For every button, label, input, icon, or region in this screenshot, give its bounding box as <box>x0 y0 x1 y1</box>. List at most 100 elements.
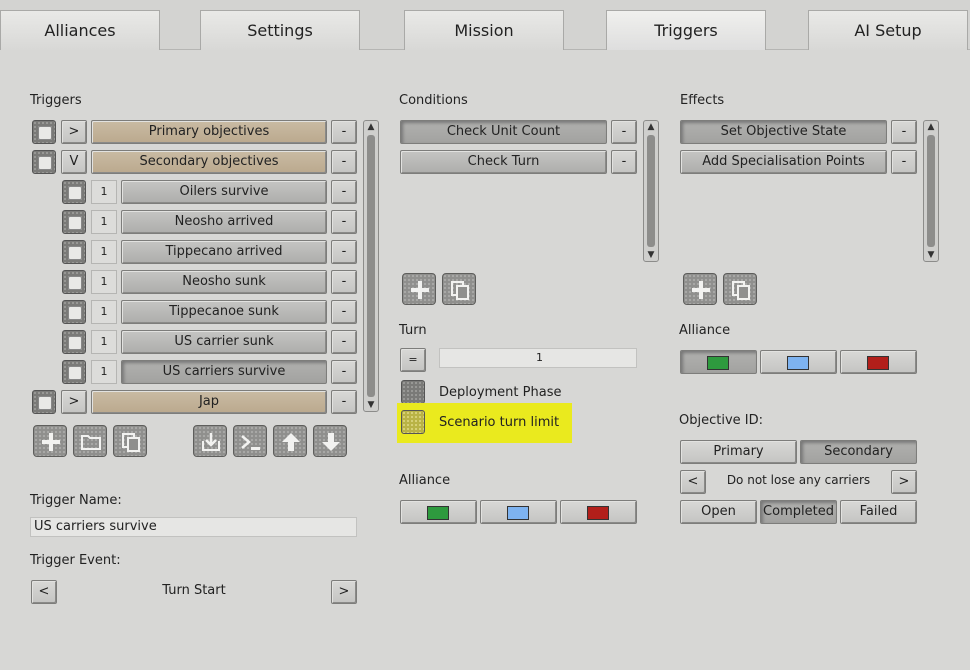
trigger-checkbox[interactable] <box>32 390 56 414</box>
objective-next-button[interactable]: > <box>891 470 917 494</box>
state-completed-button[interactable]: Completed <box>760 500 837 524</box>
trigger-name-input[interactable]: US carriers survive <box>30 517 357 537</box>
scroll-down-arrow-icon[interactable]: ▼ <box>924 250 938 260</box>
objective-prev-button[interactable]: < <box>680 470 706 494</box>
folder-icon <box>81 435 101 450</box>
turn-operator-button[interactable]: = <box>400 348 426 372</box>
trigger-group-jap[interactable]: Jap <box>91 390 327 414</box>
trigger-order-number[interactable]: 1 <box>91 300 117 324</box>
trigger-group-secondary[interactable]: Secondary objectives <box>91 150 327 174</box>
condition-item-selected[interactable]: Check Unit Count <box>400 120 607 144</box>
trigger-order-number[interactable]: 1 <box>91 240 117 264</box>
scroll-up-arrow-icon[interactable]: ▲ <box>924 122 938 132</box>
trigger-checkbox[interactable] <box>62 360 86 384</box>
remove-trigger-button[interactable]: - <box>331 270 357 294</box>
add-condition-button[interactable] <box>402 273 436 305</box>
objective-secondary-button[interactable]: Secondary <box>800 440 917 464</box>
trigger-checkbox[interactable] <box>62 270 86 294</box>
remove-effect-button[interactable]: - <box>891 120 917 144</box>
state-open-button[interactable]: Open <box>680 500 757 524</box>
trigger-item[interactable]: Tippecanoe sunk <box>121 300 327 324</box>
event-next-button[interactable]: > <box>331 580 357 604</box>
console-button[interactable] <box>233 425 267 457</box>
remove-trigger-button[interactable]: - <box>331 330 357 354</box>
scroll-up-arrow-icon[interactable]: ▲ <box>644 122 658 132</box>
tab-mission[interactable]: Mission <box>404 10 564 50</box>
add-trigger-button[interactable] <box>33 425 67 457</box>
remove-trigger-button[interactable]: - <box>331 120 357 144</box>
copy-trigger-button[interactable] <box>113 425 147 457</box>
trigger-checkbox[interactable] <box>62 330 86 354</box>
copy-icon <box>122 433 140 452</box>
effect-item[interactable]: Add Specialisation Points <box>680 150 887 174</box>
deployment-phase-checkbox[interactable] <box>401 380 425 404</box>
scroll-thumb[interactable] <box>367 135 375 397</box>
remove-trigger-button[interactable]: - <box>331 210 357 234</box>
trigger-order-number[interactable]: 1 <box>91 210 117 234</box>
trigger-item-selected[interactable]: US carriers survive <box>121 360 327 384</box>
scroll-down-arrow-icon[interactable]: ▼ <box>364 400 378 410</box>
effect-item-selected[interactable]: Set Objective State <box>680 120 887 144</box>
scroll-up-arrow-icon[interactable]: ▲ <box>364 122 378 132</box>
effect-alliance-red-button[interactable] <box>840 350 917 374</box>
trigger-item[interactable]: Oilers survive <box>121 180 327 204</box>
add-folder-button[interactable] <box>73 425 107 457</box>
remove-trigger-button[interactable]: - <box>331 360 357 384</box>
remove-trigger-button[interactable]: - <box>331 240 357 264</box>
tab-settings[interactable]: Settings <box>200 10 360 50</box>
remove-trigger-button[interactable]: - <box>331 150 357 174</box>
trigger-checkbox[interactable] <box>62 180 86 204</box>
trigger-order-number[interactable]: 1 <box>91 180 117 204</box>
conditions-scrollbar[interactable]: ▲ ▼ <box>643 120 659 262</box>
deployment-phase-label: Deployment Phase <box>439 385 562 400</box>
trigger-order-number[interactable]: 1 <box>91 330 117 354</box>
effects-scrollbar[interactable]: ▲ ▼ <box>923 120 939 262</box>
trigger-order-number[interactable]: 1 <box>91 360 117 384</box>
remove-trigger-button[interactable]: - <box>331 300 357 324</box>
scroll-thumb[interactable] <box>927 135 935 247</box>
remove-condition-button[interactable]: - <box>611 120 637 144</box>
objective-id-label: Objective ID: <box>679 413 763 428</box>
trigger-order-number[interactable]: 1 <box>91 270 117 294</box>
import-button[interactable] <box>193 425 227 457</box>
objective-primary-button[interactable]: Primary <box>680 440 797 464</box>
scroll-down-arrow-icon[interactable]: ▼ <box>644 250 658 260</box>
copy-effect-button[interactable] <box>723 273 757 305</box>
remove-trigger-button[interactable]: - <box>331 180 357 204</box>
trigger-checkbox[interactable] <box>62 240 86 264</box>
trigger-checkbox[interactable] <box>62 210 86 234</box>
add-effect-button[interactable] <box>683 273 717 305</box>
remove-condition-button[interactable]: - <box>611 150 637 174</box>
condition-item[interactable]: Check Turn <box>400 150 607 174</box>
remove-effect-button[interactable]: - <box>891 150 917 174</box>
trigger-item[interactable]: Neosho arrived <box>121 210 327 234</box>
trigger-item[interactable]: Tippecano arrived <box>121 240 327 264</box>
event-prev-button[interactable]: < <box>31 580 57 604</box>
expand-toggle-button[interactable]: > <box>61 390 87 414</box>
turn-value-input[interactable]: 1 <box>439 348 637 368</box>
copy-condition-button[interactable] <box>442 273 476 305</box>
scenario-turn-limit-checkbox[interactable] <box>401 410 425 434</box>
effect-alliance-green-button[interactable] <box>680 350 757 374</box>
alliance-red-button[interactable] <box>560 500 637 524</box>
trigger-checkbox[interactable] <box>32 120 56 144</box>
tab-ai-setup[interactable]: AI Setup <box>808 10 968 50</box>
scroll-thumb[interactable] <box>647 135 655 247</box>
triggers-scrollbar[interactable]: ▲ ▼ <box>363 120 379 412</box>
expand-toggle-button[interactable]: > <box>61 120 87 144</box>
move-down-button[interactable] <box>313 425 347 457</box>
effect-alliance-blue-button[interactable] <box>760 350 837 374</box>
trigger-group-primary[interactable]: Primary objectives <box>91 120 327 144</box>
remove-trigger-button[interactable]: - <box>331 390 357 414</box>
alliance-green-button[interactable] <box>400 500 477 524</box>
move-up-button[interactable] <box>273 425 307 457</box>
tab-triggers[interactable]: Triggers <box>606 10 766 50</box>
state-failed-button[interactable]: Failed <box>840 500 917 524</box>
trigger-item[interactable]: US carrier sunk <box>121 330 327 354</box>
trigger-checkbox[interactable] <box>62 300 86 324</box>
alliance-blue-button[interactable] <box>480 500 557 524</box>
trigger-checkbox[interactable] <box>32 150 56 174</box>
expand-toggle-button[interactable]: V <box>61 150 87 174</box>
tab-alliances[interactable]: Alliances <box>0 10 160 50</box>
trigger-item[interactable]: Neosho sunk <box>121 270 327 294</box>
